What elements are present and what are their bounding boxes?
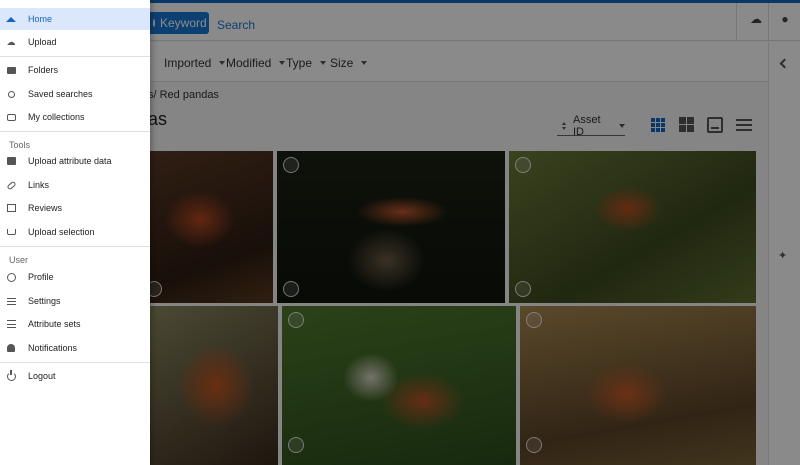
divider xyxy=(0,131,150,132)
nav-item-label: Home xyxy=(28,14,53,24)
divider xyxy=(0,56,150,57)
nav-item-label: My collections xyxy=(28,112,85,122)
folder-icon xyxy=(6,65,16,75)
cart-icon xyxy=(6,227,16,237)
nav-item-profile[interactable]: Profile xyxy=(0,266,150,288)
nav-item-label: Upload selection xyxy=(28,227,95,237)
home-icon xyxy=(6,14,16,24)
account-circle-icon xyxy=(6,272,16,282)
nav-item-upload[interactable]: ☁ Upload xyxy=(0,31,150,53)
nav-item-folders[interactable]: Folders xyxy=(0,59,150,81)
box-icon xyxy=(6,156,16,166)
nav-item-attribute-sets[interactable]: Attribute sets xyxy=(0,313,150,335)
nav-item-logout[interactable]: Logout xyxy=(0,365,150,387)
sliders-icon xyxy=(6,296,16,306)
link-icon xyxy=(5,180,17,190)
divider xyxy=(0,362,150,363)
nav-item-label: Attribute sets xyxy=(28,319,81,329)
nav-item-home[interactable]: Home xyxy=(0,8,150,30)
nav-item-saved-searches[interactable]: Saved searches xyxy=(0,83,150,105)
power-icon xyxy=(6,369,16,381)
section-label-user: User xyxy=(9,255,29,265)
nav-item-my-collections[interactable]: My collections xyxy=(0,106,150,128)
nav-item-settings[interactable]: Settings xyxy=(0,290,150,312)
search-icon xyxy=(6,89,16,99)
nav-item-label: Reviews xyxy=(28,203,63,213)
nav-item-upload-selection[interactable]: Upload selection xyxy=(0,221,150,243)
nav-item-reviews[interactable]: Reviews xyxy=(0,197,150,219)
side-drawer: Home ☁ Upload Folders Saved searches My … xyxy=(0,0,150,465)
nav-item-label: Links xyxy=(28,180,50,190)
bell-icon xyxy=(6,343,16,353)
nav-item-label: Folders xyxy=(28,65,59,75)
nav-item-label: Saved searches xyxy=(28,89,93,99)
nav-item-label: Logout xyxy=(28,371,56,381)
nav-item-label: Upload xyxy=(28,37,57,47)
nav-item-notifications[interactable]: Notifications xyxy=(0,337,150,359)
nav-item-label: Settings xyxy=(28,296,61,306)
list-icon xyxy=(6,319,16,329)
nav-item-upload-attribute-data[interactable]: Upload attribute data xyxy=(0,150,150,172)
nav-item-label: Notifications xyxy=(28,343,78,353)
inbox-icon xyxy=(6,112,16,122)
cloud-upload-icon: ☁ xyxy=(6,36,16,47)
divider xyxy=(0,246,150,247)
nav-item-links[interactable]: Links xyxy=(0,174,150,196)
nav-item-label: Upload attribute data xyxy=(28,156,112,166)
nav-item-label: Profile xyxy=(28,272,54,282)
table-icon xyxy=(6,203,16,213)
section-label-tools: Tools xyxy=(9,140,31,150)
